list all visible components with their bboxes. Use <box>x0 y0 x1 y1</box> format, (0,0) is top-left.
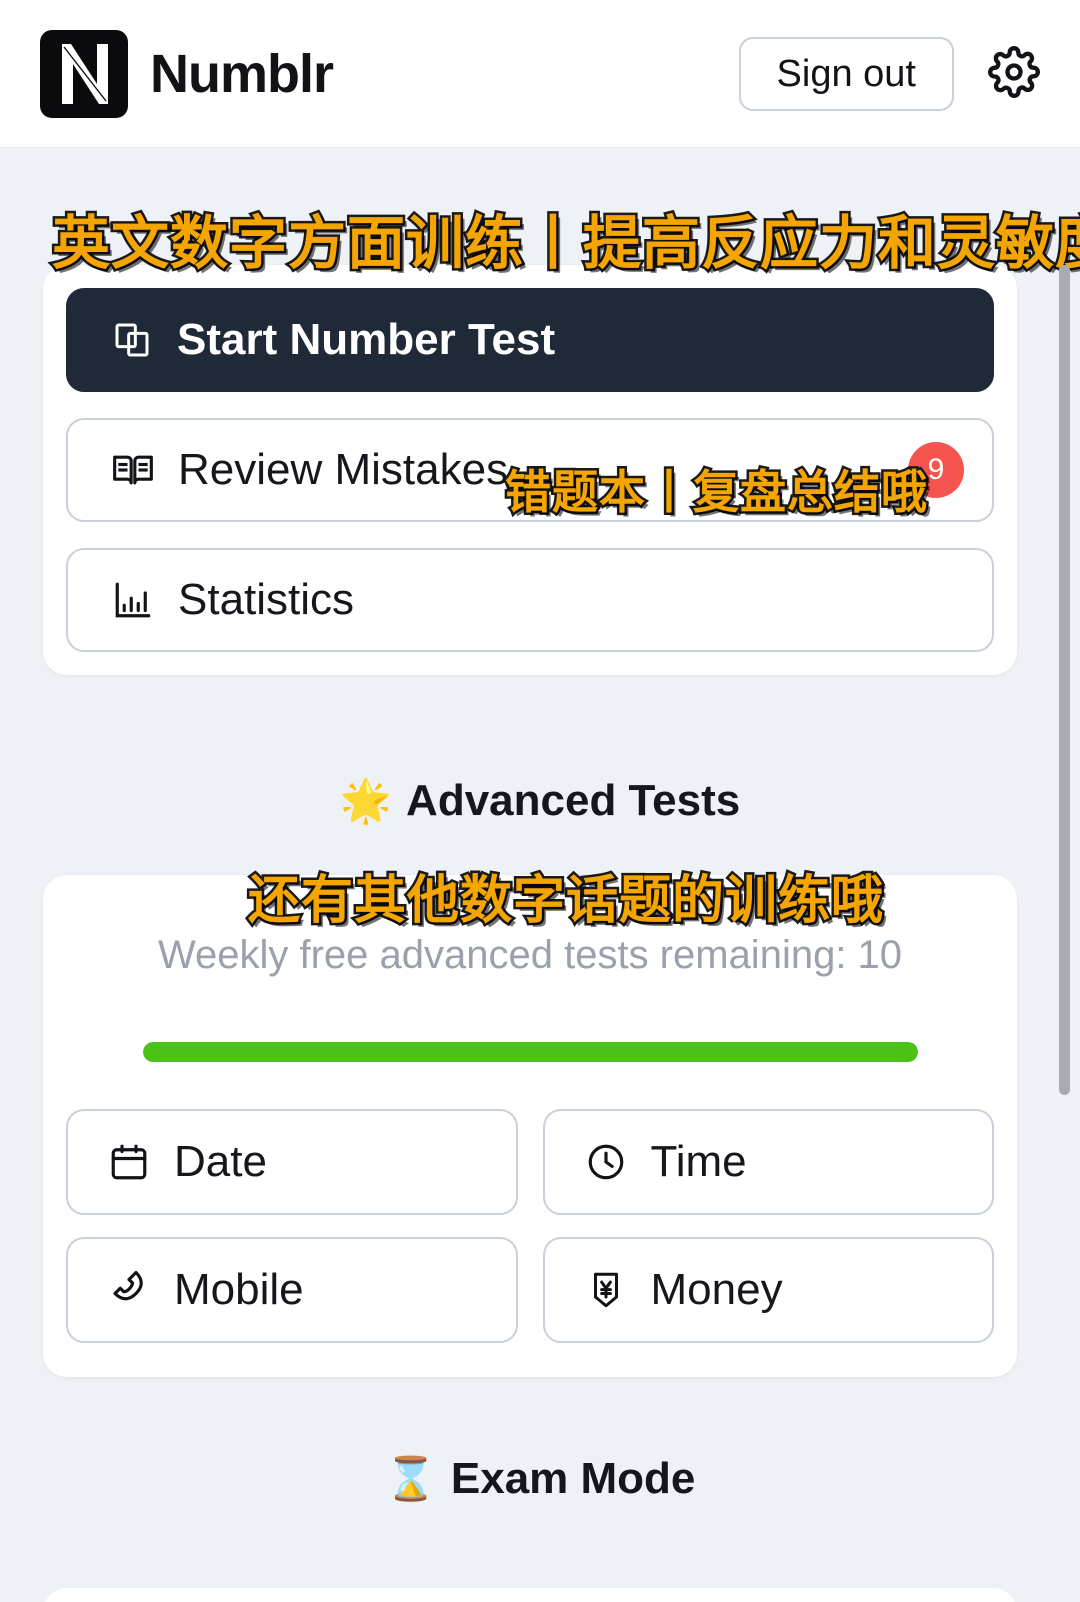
hourglass-icon: ⌛ <box>384 1455 437 1502</box>
banknote-yen-icon <box>583 1269 629 1311</box>
exam-mode-heading: ⌛ Exam Mode <box>0 1454 1080 1504</box>
start-number-test-button[interactable]: Start Number Test <box>66 288 994 392</box>
statistics-label: Statistics <box>178 575 355 624</box>
exam-mode-title: Exam Mode <box>450 1454 696 1503</box>
advanced-test-grid: Date Time Mobile Money <box>66 1109 994 1343</box>
app-header: Numblr Sign out <box>0 0 1080 148</box>
advanced-tile-mobile[interactable]: Mobile <box>66 1237 518 1343</box>
phone-icon <box>106 1269 152 1311</box>
exam-mode-card <box>43 1588 1017 1602</box>
app-root: Numblr Sign out Start Number Test Review… <box>0 0 1080 1602</box>
advanced-tile-time-label: Time <box>650 1137 747 1186</box>
advanced-tests-title: Advanced Tests <box>406 776 741 825</box>
header-actions: Sign out <box>738 36 1042 111</box>
advanced-tile-time[interactable]: Time <box>542 1109 994 1215</box>
clock-icon <box>583 1141 629 1183</box>
sign-out-button[interactable]: Sign out <box>738 36 954 111</box>
calendar-icon <box>106 1141 152 1183</box>
bar-chart-icon <box>110 579 156 621</box>
advanced-tests-card: Weekly free advanced tests remaining: 10… <box>43 875 1017 1377</box>
advanced-tests-heading: 🌟 Advanced Tests <box>0 776 1080 826</box>
advanced-tile-mobile-label: Mobile <box>174 1265 304 1314</box>
advanced-tile-date[interactable]: Date <box>66 1109 518 1215</box>
brand: Numblr <box>40 29 334 118</box>
star-icon: 🌟 <box>339 777 393 824</box>
statistics-button[interactable]: Statistics <box>66 548 994 652</box>
review-mistakes-label: Review Mistakes <box>178 445 509 494</box>
copy-squares-icon <box>109 320 155 360</box>
start-number-test-label: Start Number Test <box>177 315 556 364</box>
weekly-quota-progress <box>142 1042 918 1062</box>
numblr-logo-icon <box>40 29 128 118</box>
advanced-tile-money[interactable]: Money <box>542 1237 994 1343</box>
weekly-quota-progress-fill <box>142 1042 918 1062</box>
overlay-caption-review: 错题本丨复盘总结哦 <box>503 463 930 522</box>
open-book-icon <box>110 448 156 492</box>
settings-button[interactable] <box>986 46 1042 102</box>
brand-name: Numblr <box>150 43 334 104</box>
weekly-remaining-text: Weekly free advanced tests remaining: 10 <box>157 933 903 977</box>
advanced-tile-money-label: Money <box>650 1265 783 1314</box>
overlay-caption-advanced: 还有其他数字话题的训练哦 <box>245 869 885 934</box>
advanced-tile-date-label: Date <box>174 1137 267 1186</box>
gear-icon <box>988 46 1040 101</box>
overlay-caption-top: 英文数字方面训练丨提高反应力和灵敏度 <box>49 207 1080 280</box>
vertical-scrollbar[interactable] <box>1059 265 1070 1095</box>
